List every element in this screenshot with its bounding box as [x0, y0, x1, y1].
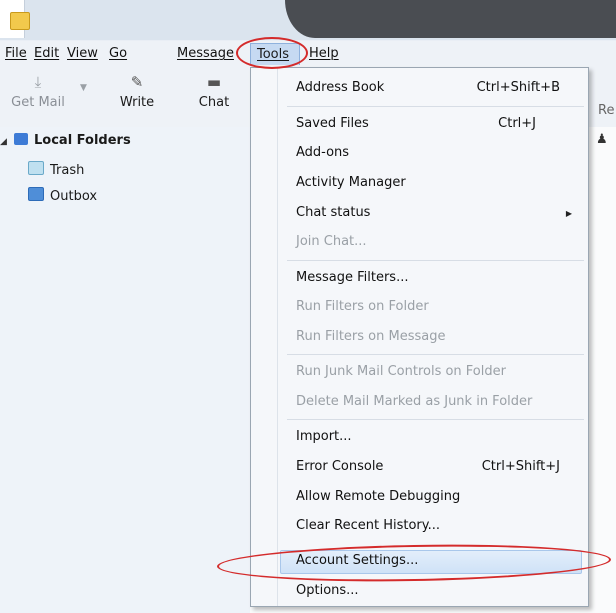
menu-view[interactable]: View: [67, 46, 98, 61]
menu-bar: File Edit View Go Message Tools Help: [0, 41, 616, 67]
download-icon: ⤓: [34, 73, 42, 91]
menu-chat-status[interactable]: Chat status: [296, 205, 370, 220]
chevron-down-icon[interactable]: ▼: [80, 83, 87, 93]
folder-trash[interactable]: Trash: [28, 161, 84, 178]
menu-clear-history[interactable]: Clear Recent History...: [296, 518, 440, 533]
write-label: Write: [119, 95, 155, 110]
menu-message-filters[interactable]: Message Filters...: [296, 270, 408, 285]
shortcut-error-console: Ctrl+Shift+J: [481, 459, 560, 474]
title-bar: [0, 0, 616, 40]
menu-separator: [287, 106, 584, 107]
menu-activity-manager[interactable]: Activity Manager: [296, 175, 406, 190]
chat-bubble-icon: ▬: [206, 73, 222, 91]
menu-address-book[interactable]: Address Book: [296, 80, 384, 95]
menu-delete-junk[interactable]: Delete Mail Marked as Junk in Folder: [296, 394, 532, 409]
menu-add-ons[interactable]: Add-ons: [296, 145, 349, 160]
folder-label: Outbox: [50, 189, 98, 204]
folder-outbox[interactable]: Outbox: [28, 187, 97, 204]
folder-local-folders[interactable]: Local Folders: [14, 133, 131, 148]
outbox-icon: [28, 187, 44, 201]
menu-gutter: [277, 68, 278, 606]
titlebar-dark-area: [285, 0, 616, 38]
expand-twisty-icon[interactable]: ◢: [0, 137, 7, 147]
menu-separator: [287, 419, 584, 420]
menu-run-filters-folder[interactable]: Run Filters on Folder: [296, 299, 429, 314]
submenu-arrow-icon: ▶: [565, 209, 572, 218]
pencil-icon: ✎: [130, 73, 144, 91]
folder-icon: [10, 12, 30, 30]
shortcut-saved-files: Ctrl+J: [498, 116, 536, 131]
computer-icon: [14, 133, 28, 145]
menu-remote-debugging[interactable]: Allow Remote Debugging: [296, 489, 460, 504]
menu-go[interactable]: Go: [109, 46, 127, 61]
menu-saved-files[interactable]: Saved Files: [296, 116, 369, 131]
chat-label: Chat: [198, 95, 230, 110]
menu-edit[interactable]: Edit: [34, 46, 59, 61]
folder-label: Local Folders: [34, 133, 131, 148]
menu-run-junk-controls[interactable]: Run Junk Mail Controls on Folder: [296, 364, 506, 379]
menu-separator: [287, 354, 584, 355]
toolbar-cut-label: Re: [598, 103, 615, 118]
menu-join-chat[interactable]: Join Chat...: [296, 234, 367, 249]
folder-label: Trash: [50, 163, 85, 178]
write-button[interactable]: ✎ Write: [115, 73, 159, 110]
menu-options[interactable]: Options...: [296, 583, 359, 598]
menu-run-filters-message[interactable]: Run Filters on Message: [296, 329, 445, 344]
get-mail-label: Get Mail: [11, 95, 65, 110]
menu-error-console[interactable]: Error Console: [296, 459, 383, 474]
menu-separator: [287, 260, 584, 261]
highlight-circle-tools: [236, 37, 308, 69]
menu-help[interactable]: Help: [309, 46, 339, 61]
tools-dropdown-menu: Address Book Ctrl+Shift+B Saved Files Ct…: [250, 67, 589, 607]
shortcut-address-book: Ctrl+Shift+B: [476, 80, 560, 95]
menu-import[interactable]: Import...: [296, 429, 352, 444]
menu-file[interactable]: File: [5, 46, 27, 61]
trash-icon: [28, 161, 44, 175]
chat-button[interactable]: ▬ Chat: [194, 73, 234, 110]
account-icon: ♟: [596, 132, 608, 147]
folder-pane: ◢ Local Folders Trash Outbox: [0, 127, 250, 613]
get-mail-button[interactable]: ⤓ Get Mail: [10, 73, 66, 110]
menu-message[interactable]: Message: [177, 46, 234, 61]
